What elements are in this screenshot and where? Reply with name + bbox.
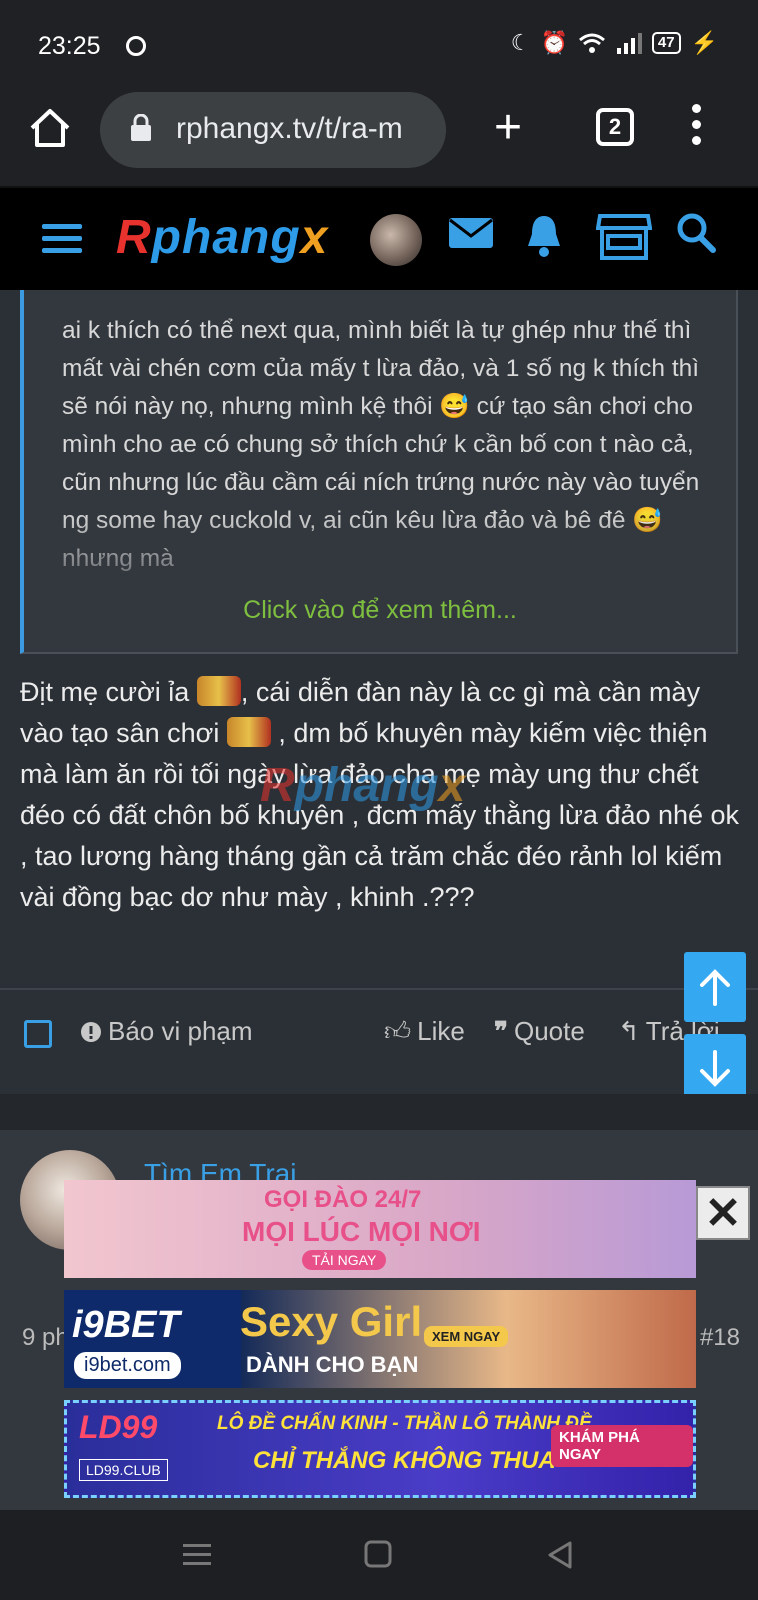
- site-header: Rphangx: [0, 186, 758, 290]
- store-icon[interactable]: [596, 212, 652, 262]
- tab-switcher-button[interactable]: 2: [596, 108, 634, 146]
- home-nav-icon[interactable]: [364, 1540, 392, 1568]
- mail-icon[interactable]: [448, 212, 494, 252]
- clock: 23:25: [38, 32, 101, 60]
- select-post-checkbox[interactable]: [24, 1020, 52, 1048]
- like-label: Like: [417, 1016, 465, 1046]
- back-nav-icon[interactable]: [546, 1540, 574, 1570]
- ad2-brand: i9BET: [72, 1304, 180, 1346]
- report-button[interactable]: Báo vi phạm: [80, 1016, 253, 1047]
- address-bar[interactable]: rphangx.tv/t/ra-m: [100, 92, 446, 168]
- battery-level: 47: [651, 32, 681, 54]
- ad3-line2: CHỈ THẮNG KHÔNG THUA: [253, 1447, 556, 1474]
- user-avatar[interactable]: [370, 214, 422, 266]
- notification-dot-icon: [126, 36, 146, 56]
- ad3-line1: LÔ ĐỀ CHẤN KINH - THẦN LÔ THÀNH ĐỀ: [217, 1413, 592, 1434]
- browser-toolbar: rphangx.tv/t/ra-m + 2: [0, 92, 758, 186]
- ad2-domain: i9bet.com: [74, 1352, 181, 1379]
- post-text-1: Địt mẹ cười ỉa: [20, 677, 190, 707]
- moon-icon: ☾: [510, 30, 531, 55]
- post-number[interactable]: #18: [700, 1324, 740, 1352]
- ad-banner-3[interactable]: LD99 LD99.CLUB LÔ ĐỀ CHẤN KINH - THẦN LÔ…: [64, 1400, 696, 1498]
- status-bar: 23:25 ☾ ⏰ 47 ⚡: [0, 0, 758, 92]
- alert-icon: [81, 1021, 101, 1042]
- wifi-icon: [578, 33, 605, 53]
- ad3-cta: KHÁM PHÁ NGAY: [551, 1425, 693, 1467]
- quote-button[interactable]: ❞ Quote: [494, 1016, 585, 1047]
- like-button[interactable]: 👍︎ Like: [384, 1016, 465, 1047]
- reply-icon: ↰: [618, 1016, 640, 1046]
- thumbs-up-icon: 👍︎: [384, 1016, 412, 1046]
- ad3-domain: LD99.CLUB: [79, 1459, 168, 1481]
- expand-quote-link[interactable]: Click vào để xem thêm...: [24, 596, 736, 625]
- quoted-message: ai k thích có thể next qua, mình biết là…: [20, 290, 738, 654]
- ad-banner-2[interactable]: i9BET i9bet.com Sexy Girl DÀNH CHO BẠN X…: [64, 1290, 696, 1388]
- browser-menu-icon[interactable]: [690, 104, 702, 152]
- watermark-logo: Rphangx: [260, 759, 466, 812]
- report-label: Báo vi phạm: [108, 1016, 253, 1046]
- scroll-up-button[interactable]: [684, 952, 746, 1022]
- alarm-icon: ⏰: [540, 30, 568, 55]
- search-icon[interactable]: [676, 212, 716, 254]
- quote-fade: [24, 510, 736, 600]
- post-separator: [0, 1094, 758, 1130]
- url-text: rphangx.tv/t/ra-m: [176, 112, 403, 145]
- thread-content: ai k thích có thể next qua, mình biết là…: [0, 290, 758, 1090]
- post-actions: Báo vi phạm 👍︎ Like ❞ Quote ↰ Trả lời: [0, 990, 758, 1082]
- ad2-sub: DÀNH CHO BẠN: [246, 1352, 419, 1377]
- laugh-emoji-icon: [226, 717, 271, 747]
- charging-icon: ⚡: [690, 30, 718, 55]
- ad-banner-1[interactable]: GỌI ĐÀO 24/7 MỌI LÚC MỌI NƠI TẢI NGAY: [64, 1180, 696, 1278]
- ad1-cta: TẢI NGAY: [302, 1250, 387, 1270]
- ad3-brand: LD99: [79, 1409, 158, 1445]
- post-time[interactable]: 9 ph: [22, 1324, 69, 1352]
- close-ad-button[interactable]: ✕: [696, 1186, 750, 1240]
- ad1-line2: MỌI LÚC MỌI NƠI: [242, 1216, 481, 1247]
- lock-icon: [131, 114, 151, 141]
- site-logo[interactable]: Rphangx: [116, 210, 328, 265]
- laugh-emoji-icon: [196, 676, 241, 706]
- recents-icon[interactable]: [182, 1542, 212, 1568]
- signal-icon: [616, 33, 642, 54]
- ad1-line1: GỌI ĐÀO 24/7: [264, 1186, 422, 1213]
- home-icon[interactable]: [28, 106, 72, 150]
- bell-icon[interactable]: [524, 212, 564, 258]
- hamburger-menu-icon[interactable]: [42, 224, 82, 260]
- ad2-title: Sexy Girl: [240, 1298, 423, 1345]
- system-nav-bar: [0, 1510, 758, 1600]
- quote-icon: ❞: [494, 1016, 508, 1046]
- ad2-cta: XEM NGAY: [424, 1326, 509, 1347]
- new-tab-icon[interactable]: +: [494, 104, 522, 152]
- quote-label: Quote: [514, 1016, 585, 1046]
- arrow-up-icon: [700, 969, 730, 1006]
